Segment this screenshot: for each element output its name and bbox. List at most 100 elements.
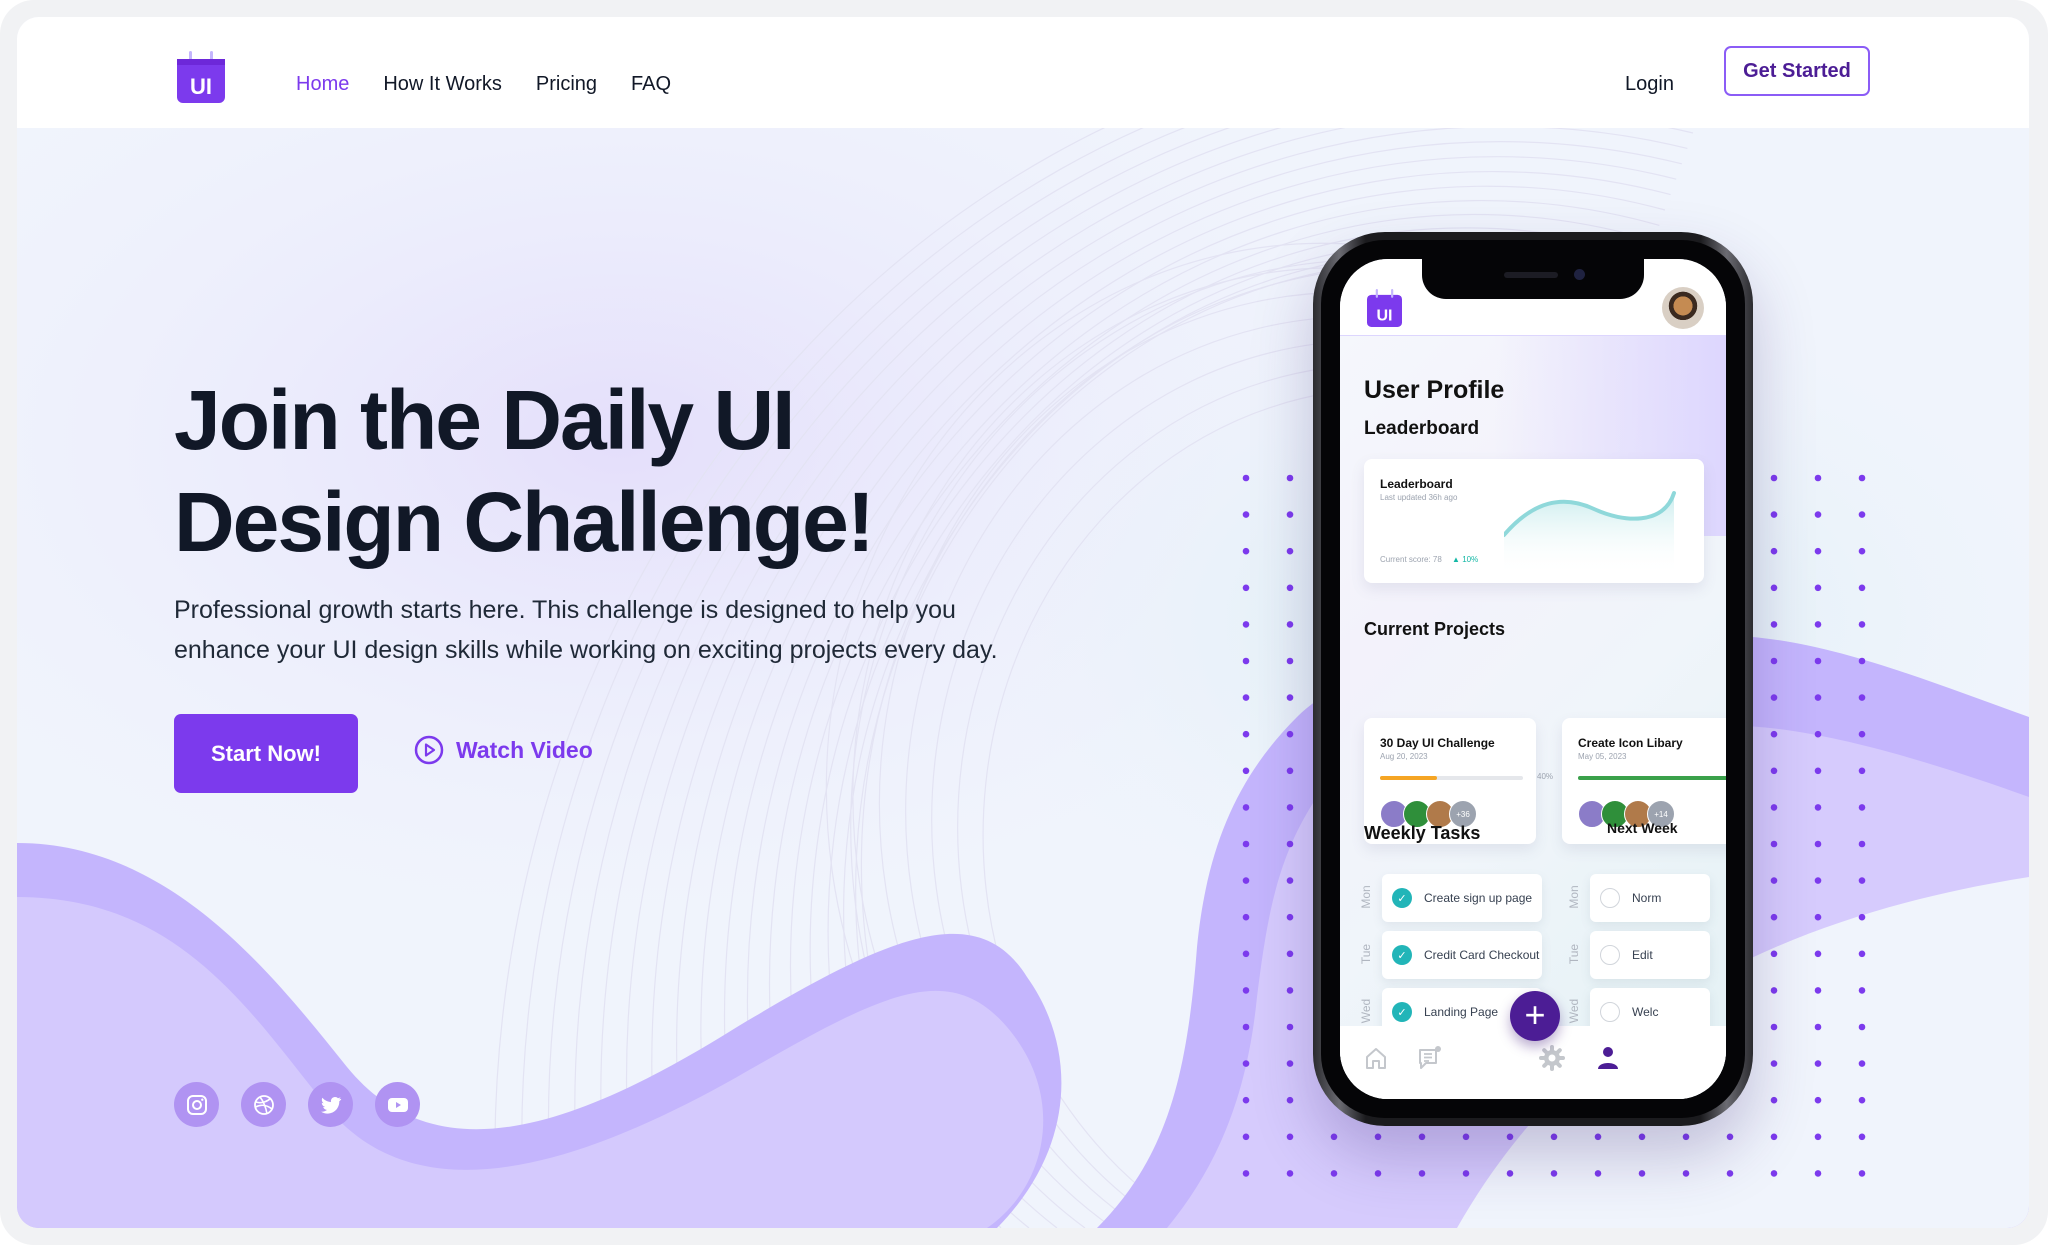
play-circle-icon <box>414 735 444 765</box>
checked-checkbox-icon[interactable]: ✓ <box>1392 1002 1412 1022</box>
decorative-dot <box>1286 1060 1294 1067</box>
phone-mockup: UI User Profile Leaderboard Leaderboard … <box>1313 232 1753 1126</box>
project-date: Aug 20, 2023 <box>1380 752 1428 761</box>
decorative-dot <box>1858 584 1866 592</box>
decorative-dot <box>1242 584 1250 592</box>
task-day-label: Wed <box>1359 998 1373 1024</box>
task-item[interactable]: ✓ Create sign up page <box>1382 874 1542 922</box>
login-link[interactable]: Login <box>1625 73 1674 96</box>
decorative-dot <box>1770 511 1778 518</box>
decorative-dot <box>1814 840 1822 848</box>
decorative-dot <box>1462 1133 1470 1141</box>
nav-pricing[interactable]: Pricing <box>536 73 597 96</box>
decorative-dot <box>1858 1060 1866 1067</box>
logo-icon[interactable]: UI <box>177 51 225 103</box>
decorative-dot <box>1770 1096 1778 1104</box>
leaderboard-card-title: Leaderboard <box>1380 477 1453 491</box>
task-item[interactable]: Norm <box>1590 874 1710 922</box>
decorative-dot <box>1858 877 1866 884</box>
watch-video-label: Watch Video <box>456 736 593 763</box>
decorative-dot <box>1242 1096 1250 1104</box>
settings-gear-icon[interactable] <box>1538 1044 1566 1072</box>
decorative-dot <box>1638 1170 1646 1177</box>
nav-how-it-works[interactable]: How It Works <box>383 73 502 96</box>
user-avatar[interactable] <box>1662 287 1704 329</box>
app-page-title: User Profile <box>1364 376 1505 404</box>
decorative-dot <box>1286 694 1294 701</box>
twitter-button[interactable] <box>308 1082 353 1127</box>
decorative-dot <box>1814 511 1822 518</box>
decorative-dot <box>1242 511 1250 518</box>
decorative-dot <box>1814 547 1822 555</box>
decorative-dot <box>1286 767 1294 775</box>
unchecked-checkbox-icon[interactable] <box>1600 945 1620 965</box>
decorative-dot <box>1242 950 1250 958</box>
decorative-dot <box>1242 804 1250 811</box>
decorative-dot <box>1418 1133 1426 1141</box>
decorative-dot <box>1770 1023 1778 1031</box>
decorative-dot <box>1242 913 1250 921</box>
decorative-dot <box>1242 987 1250 994</box>
app-content: User Profile Leaderboard Leaderboard Las… <box>1340 336 1726 1099</box>
nav-home[interactable]: Home <box>296 73 349 96</box>
decorative-dot <box>1770 474 1778 482</box>
decorative-dot <box>1286 877 1294 884</box>
unchecked-checkbox-icon[interactable] <box>1600 1002 1620 1022</box>
task-day-label: Mon <box>1359 885 1373 909</box>
home-icon[interactable] <box>1362 1044 1390 1072</box>
score-sparkline <box>1504 491 1676 575</box>
project-title: 30 Day UI Challenge <box>1380 736 1495 750</box>
instagram-button[interactable] <box>174 1082 219 1127</box>
decorative-dot <box>1858 987 1866 994</box>
profile-user-icon[interactable] <box>1594 1044 1622 1072</box>
decorative-dot <box>1858 913 1866 921</box>
get-started-button[interactable]: Get Started <box>1724 46 1870 96</box>
watch-video-button[interactable]: Watch Video <box>414 735 593 765</box>
unchecked-checkbox-icon[interactable] <box>1600 888 1620 908</box>
decorative-dot <box>1242 1060 1250 1067</box>
decorative-dot <box>1242 840 1250 848</box>
checked-checkbox-icon[interactable]: ✓ <box>1392 945 1412 965</box>
start-now-button[interactable]: Start Now! <box>174 714 358 793</box>
checked-checkbox-icon[interactable]: ✓ <box>1392 888 1412 908</box>
nav-faq[interactable]: FAQ <box>631 73 671 96</box>
youtube-icon <box>387 1097 408 1112</box>
decorative-dot <box>1242 730 1250 738</box>
decorative-dot <box>1550 1170 1558 1177</box>
task-label: Norm <box>1632 891 1662 905</box>
decorative-dot <box>1770 1170 1778 1177</box>
leaderboard-card[interactable]: Leaderboard Last updated 36h ago Current… <box>1364 459 1704 583</box>
decorative-dot <box>1858 474 1866 482</box>
decorative-dot <box>1814 767 1822 775</box>
decorative-dot <box>1770 950 1778 958</box>
task-label: Credit Card Checkout <box>1424 948 1540 962</box>
project-title: Create Icon Libary <box>1578 736 1683 750</box>
decorative-dot <box>1770 1133 1778 1141</box>
decorative-dot <box>1726 1170 1734 1177</box>
weekly-tasks-heading: Weekly Tasks <box>1364 823 1481 843</box>
dribbble-button[interactable] <box>241 1082 286 1127</box>
decorative-dot <box>1418 1170 1426 1177</box>
decorative-dot <box>1374 1133 1382 1141</box>
add-task-button[interactable]: + <box>1510 991 1560 1041</box>
task-item[interactable]: Edit <box>1590 931 1710 979</box>
decorative-dot <box>1814 950 1822 958</box>
decorative-dot <box>1814 804 1822 811</box>
dribbble-icon <box>253 1094 274 1115</box>
decorative-dot <box>1638 1133 1646 1141</box>
youtube-button[interactable] <box>375 1082 420 1127</box>
decorative-dot <box>1858 840 1866 848</box>
phone-camera <box>1574 269 1585 280</box>
score-change: ▲ 10% <box>1452 555 1479 564</box>
decorative-dot <box>1594 1170 1602 1177</box>
task-item[interactable]: ✓ Credit Card Checkout <box>1382 931 1542 979</box>
app-logo-icon[interactable]: UI <box>1367 289 1402 327</box>
messages-icon[interactable] <box>1416 1044 1444 1072</box>
decorative-dot <box>1858 1096 1866 1104</box>
decorative-dot <box>1814 1060 1822 1067</box>
decorative-dot <box>1770 767 1778 775</box>
decorative-dot <box>1858 1023 1866 1031</box>
decorative-dot <box>1858 1170 1866 1177</box>
decorative-dot <box>1814 1133 1822 1141</box>
decorative-dot <box>1286 913 1294 921</box>
